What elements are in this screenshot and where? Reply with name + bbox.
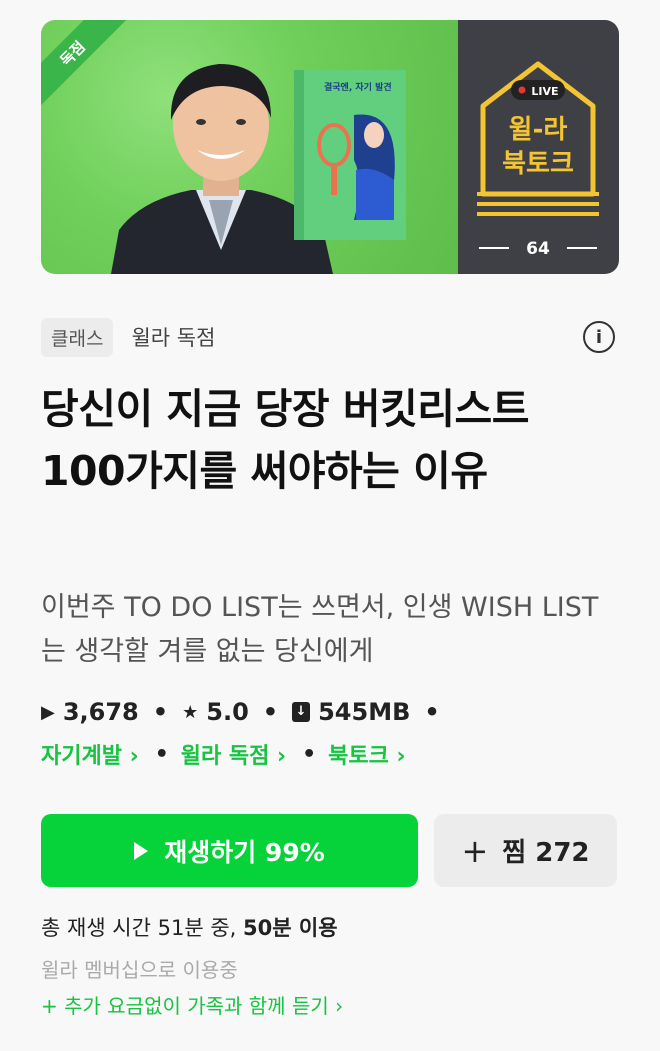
class-chip: 클래스 (41, 317, 114, 357)
book-talk-badge: LIVE 윌-라 북토크 64 (477, 61, 599, 254)
stats-row: ▶ 3,678 • ★ 5.0 • ↓ 545MB • (41, 698, 440, 726)
rating: 5.0 (206, 698, 249, 726)
info-icon[interactable]: i (583, 321, 615, 353)
family-share-link[interactable]: + 추가 요금없이 가족과 함께 듣기 › (41, 990, 343, 1019)
play-button-label: 재생하기 99% (164, 837, 325, 867)
file-size: 545MB (318, 698, 411, 726)
star-icon: ★ (182, 701, 199, 723)
book-cover-image: 결국엔, 자기 발견 (294, 70, 406, 240)
play-count: 3,678 (62, 698, 139, 726)
plus-icon: + (461, 831, 489, 870)
category-link-booktalk[interactable]: 북토크 › (328, 738, 405, 770)
category-link-self-dev[interactable]: 자기계발 › (41, 738, 139, 770)
exclusive-label: 윌라 독점 (131, 326, 216, 350)
play-count-icon: ▶ (41, 701, 55, 723)
svg-text:결국엔, 자기 발견: 결국엔, 자기 발견 (324, 81, 392, 93)
download-icon: ↓ (292, 702, 311, 722)
play-icon (134, 841, 149, 860)
category-link-exclusive[interactable]: 윌라 독점 › (181, 738, 286, 770)
subtitle: 이번주 TO DO LIST는 쓰면서, 인생 WISH LIST는 생각할 겨… (41, 592, 599, 667)
page-title: 당신이 지금 당장 버킷리스트 100가지를 써야하는 이유 (41, 385, 529, 495)
live-badge-text: LIVE (531, 85, 558, 98)
tag-row: 클래스 윌라 독점 i (41, 317, 619, 357)
cover-banner[interactable]: 독점 결국엔, 자기 발견 LIVE 윌-라 북토크 64 (41, 20, 619, 274)
category-row: 자기계발 › • 윌라 독점 › • 북토크 › (41, 736, 406, 772)
svg-text:윌-라: 윌-라 (509, 115, 568, 145)
svg-text:64: 64 (526, 239, 550, 254)
membership-status: 윌라 멤버십으로 이용중 (41, 958, 238, 982)
play-button[interactable]: 재생하기 99% (41, 814, 418, 887)
wishlist-button-label: 찜 272 (502, 838, 590, 868)
wishlist-button[interactable]: + 찜 272 (434, 814, 617, 887)
playtime-info: 총 재생 시간 51분 중, 50분 이용 (41, 916, 338, 940)
svg-text:북토크: 북토크 (502, 149, 574, 179)
